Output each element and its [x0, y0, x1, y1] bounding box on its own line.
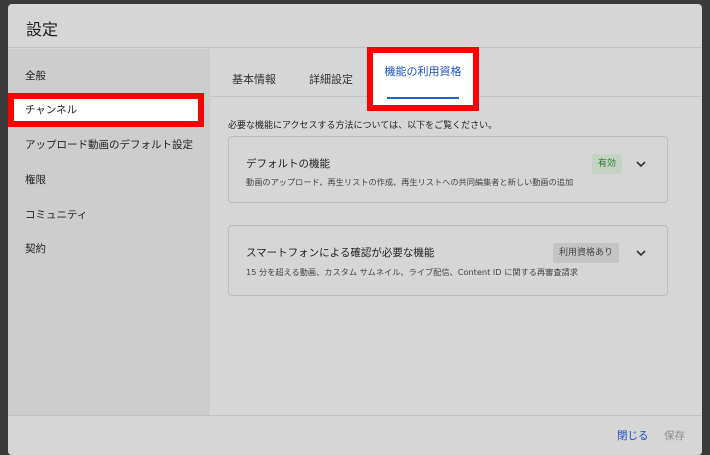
tab-feature-eligibility[interactable]: 機能の利用資格 [367, 47, 479, 111]
card-title: スマートフォンによる確認が必要な機能 [246, 247, 435, 259]
status-badge-enabled: 有効 [592, 154, 623, 174]
settings-main: 基本情報 詳細設定 機能の利用資格 必要な機能にアクセスする方法については、以下… [210, 47, 702, 415]
sidebar-item-general[interactable]: 全般 [8, 59, 210, 93]
active-tab-indicator [387, 97, 459, 99]
sidebar-item-agreements[interactable]: 契約 [8, 232, 210, 266]
dialog-header: 設定 [8, 4, 702, 48]
tab-basic-info[interactable]: 基本情報 [224, 49, 284, 97]
sidebar-item-community[interactable]: コミュニティ [8, 198, 210, 232]
settings-sidebar: 全般 チャンネル アップロード動画のデフォルト設定 権限 コミュニティ 契約 [8, 49, 210, 415]
card-subtitle: 動画のアップロード、再生リストの作成、再生リストへの共同編集者と新しい動画の追加 [246, 177, 574, 187]
card-title: デフォルトの機能 [246, 158, 330, 170]
card-subtitle: 15 分を超える動画、カスタム サムネイル、ライブ配信、Content ID に… [246, 267, 578, 277]
tab-advanced-settings[interactable]: 詳細設定 [306, 49, 356, 97]
sidebar-item-upload-defaults[interactable]: アップロード動画のデフォルト設定 [8, 128, 210, 162]
chevron-down-icon[interactable] [635, 158, 647, 170]
settings-dialog: 設定 全般 チャンネル アップロード動画のデフォルト設定 権限 コミュニティ 契… [8, 4, 702, 455]
sidebar-item-permissions[interactable]: 権限 [8, 163, 210, 197]
phone-verified-features-card[interactable]: スマートフォンによる確認が必要な機能 15 分を超える動画、カスタム サムネイル… [228, 225, 668, 296]
close-button[interactable]: 閉じる [617, 428, 649, 443]
tab-feature-eligibility-label: 機能の利用資格 [384, 65, 462, 78]
status-badge-eligible: 利用資格あり [553, 243, 620, 263]
dialog-title: 設定 [26, 20, 59, 39]
eligibility-description: 必要な機能にアクセスする方法については、以下をご覧ください。 [228, 121, 498, 131]
chevron-down-icon[interactable] [635, 247, 647, 259]
default-features-card[interactable]: デフォルトの機能 動画のアップロード、再生リストの作成、再生リストへの共同編集者… [228, 136, 668, 203]
tab-bar: 基本情報 詳細設定 機能の利用資格 [210, 47, 702, 111]
save-button[interactable]: 保存 [664, 428, 685, 443]
sidebar-item-channel[interactable]: チャンネル [8, 93, 204, 127]
dialog-footer: 閉じる 保存 [8, 415, 702, 455]
